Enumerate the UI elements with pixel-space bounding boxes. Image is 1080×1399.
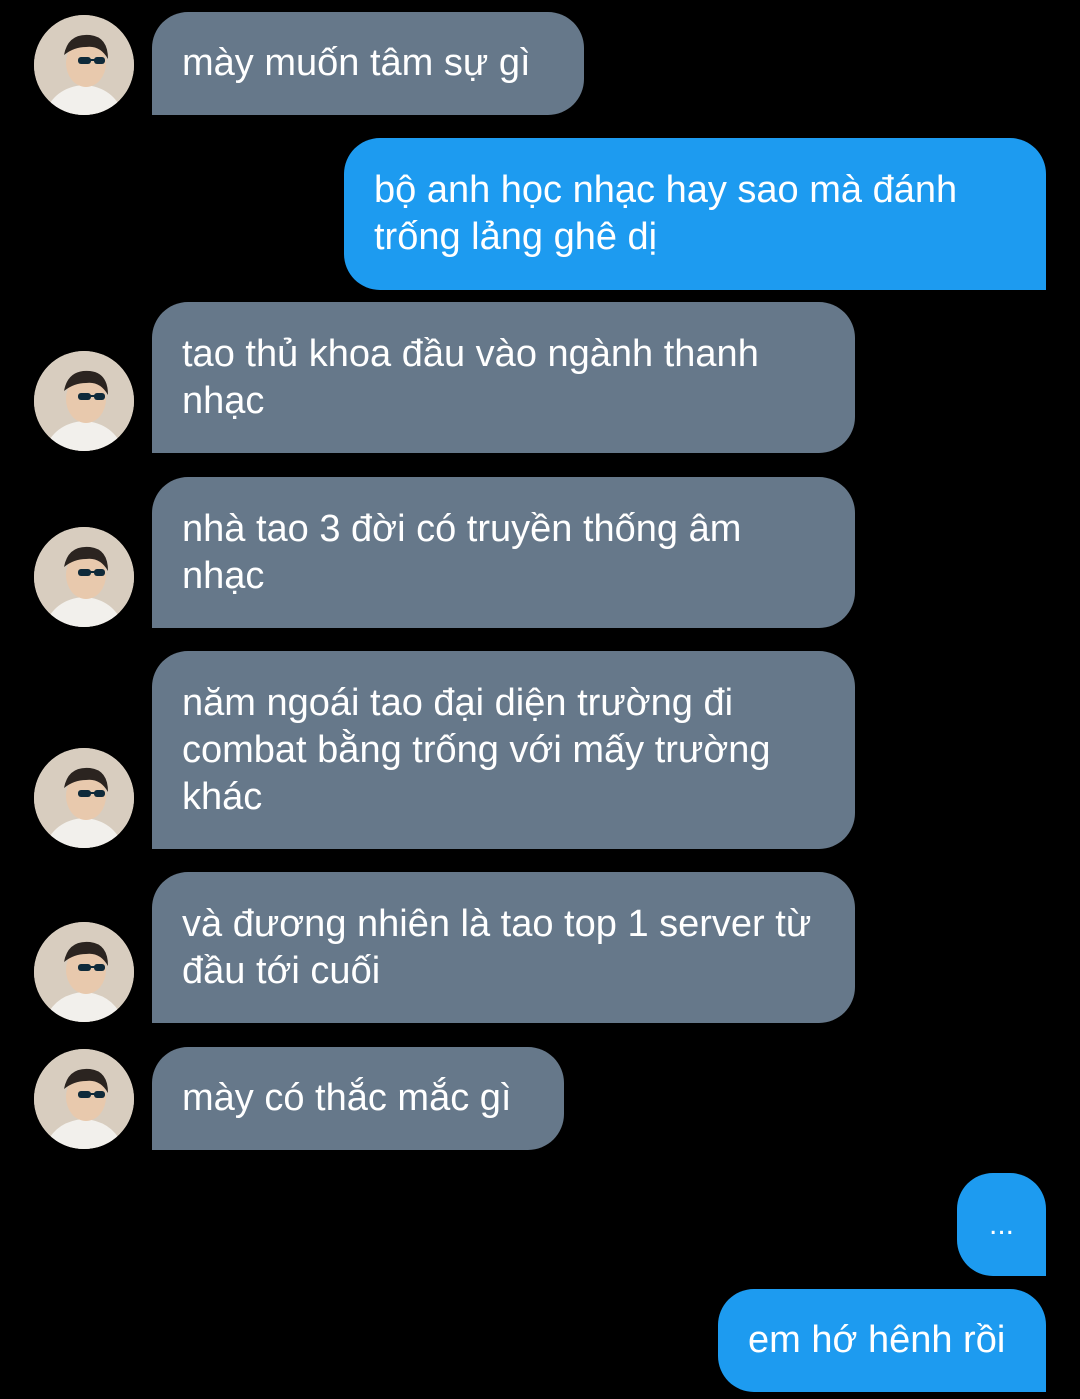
message-text: và đương nhiên là tao top 1 server từ đầ… xyxy=(182,902,812,992)
avatar[interactable] xyxy=(34,748,134,848)
avatar[interactable] xyxy=(34,527,134,627)
message-received[interactable]: năm ngoái tao đại diện trường đi combat … xyxy=(152,651,855,849)
message-received[interactable]: mày muốn tâm sự gì xyxy=(152,12,584,115)
message-sent[interactable]: bộ anh học nhạc hay sao mà đánh trống lả… xyxy=(344,138,1046,290)
avatar[interactable] xyxy=(34,922,134,1022)
avatar[interactable] xyxy=(34,15,134,115)
message-text: ... xyxy=(988,1208,1014,1241)
message-received[interactable]: nhà tao 3 đời có truyền thống âm nhạc xyxy=(152,477,855,628)
avatar[interactable] xyxy=(34,1049,134,1149)
message-received[interactable]: và đương nhiên là tao top 1 server từ đầ… xyxy=(152,872,855,1023)
message-received[interactable]: mày có thắc mắc gì xyxy=(152,1047,564,1150)
message-text: bộ anh học nhạc hay sao mà đánh trống lả… xyxy=(374,169,958,258)
avatar[interactable] xyxy=(34,351,134,451)
message-received[interactable]: tao thủ khoa đầu vào ngành thanh nhạc xyxy=(152,302,855,453)
message-text: mày có thắc mắc gì xyxy=(182,1077,512,1119)
message-sent[interactable]: ... xyxy=(957,1173,1046,1276)
message-text: mày muốn tâm sự gì xyxy=(182,42,531,84)
message-text: năm ngoái tao đại diện trường đi combat … xyxy=(182,681,771,818)
message-text: nhà tao 3 đời có truyền thống âm nhạc xyxy=(182,507,742,597)
message-text: tao thủ khoa đầu vào ngành thanh nhạc xyxy=(182,332,759,422)
message-text: em hớ hênh rồi xyxy=(748,1319,1006,1361)
message-sent[interactable]: em hớ hênh rồi xyxy=(718,1289,1046,1392)
chat-thread: mày muốn tâm sự gì bộ anh học nhạc hay s… xyxy=(0,0,1080,1399)
